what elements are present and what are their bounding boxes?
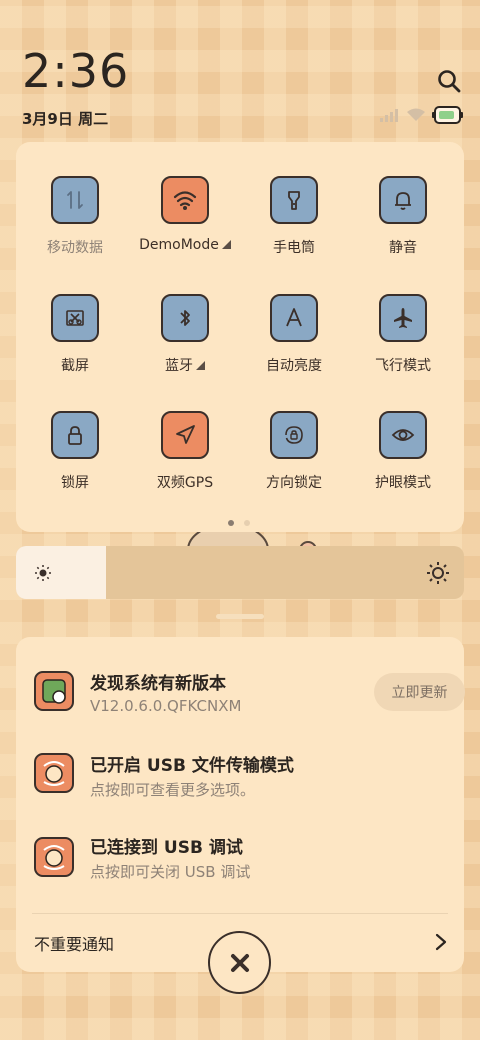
tile-label: 静音 xyxy=(348,237,458,257)
tile-button[interactable] xyxy=(161,411,209,459)
brightness-fill xyxy=(16,546,106,599)
tile-label: 锁屏 xyxy=(20,472,130,492)
date-label: 3月9日 周二 xyxy=(22,110,109,128)
tile-button[interactable] xyxy=(161,294,209,342)
update-now-button[interactable]: 立即更新 xyxy=(374,673,465,711)
tile-label: 手电筒 xyxy=(239,237,349,257)
tile-label: 飞行模式 xyxy=(348,355,458,375)
status-icons xyxy=(380,106,464,124)
bell-icon xyxy=(395,192,411,210)
tile-label: DemoMode xyxy=(130,237,240,253)
unimportant-notifications-link[interactable]: 不重要通知 xyxy=(34,931,114,955)
battery-icon xyxy=(432,106,463,124)
lock-icon xyxy=(68,426,82,445)
tile-button[interactable] xyxy=(51,411,99,459)
close-icon xyxy=(230,953,249,972)
notification-panel: 发现系统有新版本 V12.0.6.0.QFKCNXM 立即更新 已开启 USB … xyxy=(16,637,465,972)
bluetooth-icon xyxy=(180,310,190,326)
tile-label: 自动亮度 xyxy=(239,355,349,375)
tile-eye[interactable]: 护眼模式 xyxy=(348,411,458,492)
notification-usb-transfer[interactable]: 已开启 USB 文件传输模式 点按即可查看更多选项。 xyxy=(34,737,464,817)
mobile-data-icon xyxy=(67,191,83,209)
tile-button[interactable] xyxy=(270,411,318,459)
notification-subtitle: 点按即可查看更多选项。 xyxy=(90,781,256,799)
auto-brightness-icon xyxy=(286,308,302,327)
wifi-icon xyxy=(173,191,197,210)
brightness-high-icon xyxy=(427,562,449,584)
tile-lock[interactable]: 锁屏 xyxy=(20,411,130,492)
screenshot-icon xyxy=(66,310,84,326)
notification-title: 发现系统有新版本 xyxy=(90,674,226,694)
tile-label: 方向锁定 xyxy=(239,472,349,492)
rotation-lock-icon xyxy=(285,426,303,444)
wifi-status-icon xyxy=(407,108,425,121)
notification-usb-debug[interactable]: 已连接到 USB 调试 点按即可关闭 USB 调试 xyxy=(34,819,464,899)
tile-label-text: 移动数据 xyxy=(47,240,103,256)
tile-auto-brightness[interactable]: 自动亮度 xyxy=(239,294,349,375)
page-indicator xyxy=(228,520,250,526)
tile-label: 移动数据 xyxy=(20,237,130,257)
eye-icon xyxy=(391,429,415,441)
dropdown-indicator-icon[interactable] xyxy=(221,240,231,249)
tile-label-text: 截屏 xyxy=(61,358,89,374)
tile-bluetooth[interactable]: 蓝牙 xyxy=(130,294,240,375)
tile-label-text: 飞行模式 xyxy=(375,358,431,374)
signal-icon xyxy=(380,109,398,122)
tile-airplane[interactable]: 飞行模式 xyxy=(348,294,458,375)
clear-all-button[interactable] xyxy=(208,931,271,994)
divider xyxy=(32,913,448,914)
drag-handle[interactable] xyxy=(216,614,264,619)
brightness-low-icon xyxy=(35,565,51,581)
tile-label: 双频GPS xyxy=(130,472,240,492)
page-dot-active xyxy=(228,520,234,526)
tile-label-text: 蓝牙 xyxy=(165,358,193,374)
notification-title: 已开启 USB 文件传输模式 xyxy=(90,756,294,776)
tile-button[interactable] xyxy=(51,294,99,342)
search-icon[interactable] xyxy=(436,68,462,94)
tile-location[interactable]: 双频GPS xyxy=(130,411,240,492)
tile-label-text: 双频GPS xyxy=(156,475,214,491)
brightness-slider[interactable] xyxy=(16,546,464,599)
quick-settings-panel: 移动数据 DemoMode 手电筒 静音截屏 蓝牙 自动亮度 飞行模式锁屏 双频GPS 方向锁定… xyxy=(16,142,464,532)
tile-button[interactable] xyxy=(379,411,427,459)
notification-update[interactable]: 发现系统有新版本 V12.0.6.0.QFKCNXM 立即更新 xyxy=(34,637,465,737)
notification-title: 已连接到 USB 调试 xyxy=(90,838,243,858)
tile-label-text: 护眼模式 xyxy=(375,475,431,491)
page-dot[interactable] xyxy=(244,520,250,526)
tile-label-text: 锁屏 xyxy=(61,475,89,491)
usb-app-icon xyxy=(34,753,74,793)
tile-button[interactable] xyxy=(270,294,318,342)
tile-wifi[interactable]: DemoMode xyxy=(130,176,240,253)
notification-subtitle: 点按即可关闭 USB 调试 xyxy=(90,863,251,881)
airplane-icon xyxy=(394,308,412,328)
tile-label-text: 手电筒 xyxy=(273,240,315,256)
tile-button[interactable] xyxy=(379,294,427,342)
tile-flashlight[interactable]: 手电筒 xyxy=(239,176,349,257)
location-icon xyxy=(176,425,195,444)
chevron-right-icon[interactable] xyxy=(434,933,448,951)
tile-label-text: DemoMode xyxy=(139,237,219,253)
tile-mobile-data[interactable]: 移动数据 xyxy=(20,176,130,257)
notification-subtitle: V12.0.6.0.QFKCNXM xyxy=(90,697,242,715)
tile-label-text: 自动亮度 xyxy=(266,358,322,374)
tile-label: 截屏 xyxy=(20,355,130,375)
tile-label-text: 方向锁定 xyxy=(266,475,322,491)
tile-label: 护眼模式 xyxy=(348,472,458,492)
flashlight-icon xyxy=(288,191,300,210)
tile-button[interactable] xyxy=(379,176,427,224)
clock: 2:36 xyxy=(22,44,130,98)
tile-button[interactable] xyxy=(161,176,209,224)
dropdown-indicator-icon[interactable] xyxy=(196,361,205,370)
tile-label-text: 静音 xyxy=(389,240,417,256)
tile-button[interactable] xyxy=(51,176,99,224)
tile-screenshot[interactable]: 截屏 xyxy=(20,294,130,375)
tile-button[interactable] xyxy=(270,176,318,224)
update-app-icon xyxy=(34,671,74,711)
tile-bell[interactable]: 静音 xyxy=(348,176,458,257)
tile-rotation-lock[interactable]: 方向锁定 xyxy=(239,411,349,492)
usb-debug-app-icon xyxy=(34,837,74,877)
tile-label: 蓝牙 xyxy=(130,355,240,375)
